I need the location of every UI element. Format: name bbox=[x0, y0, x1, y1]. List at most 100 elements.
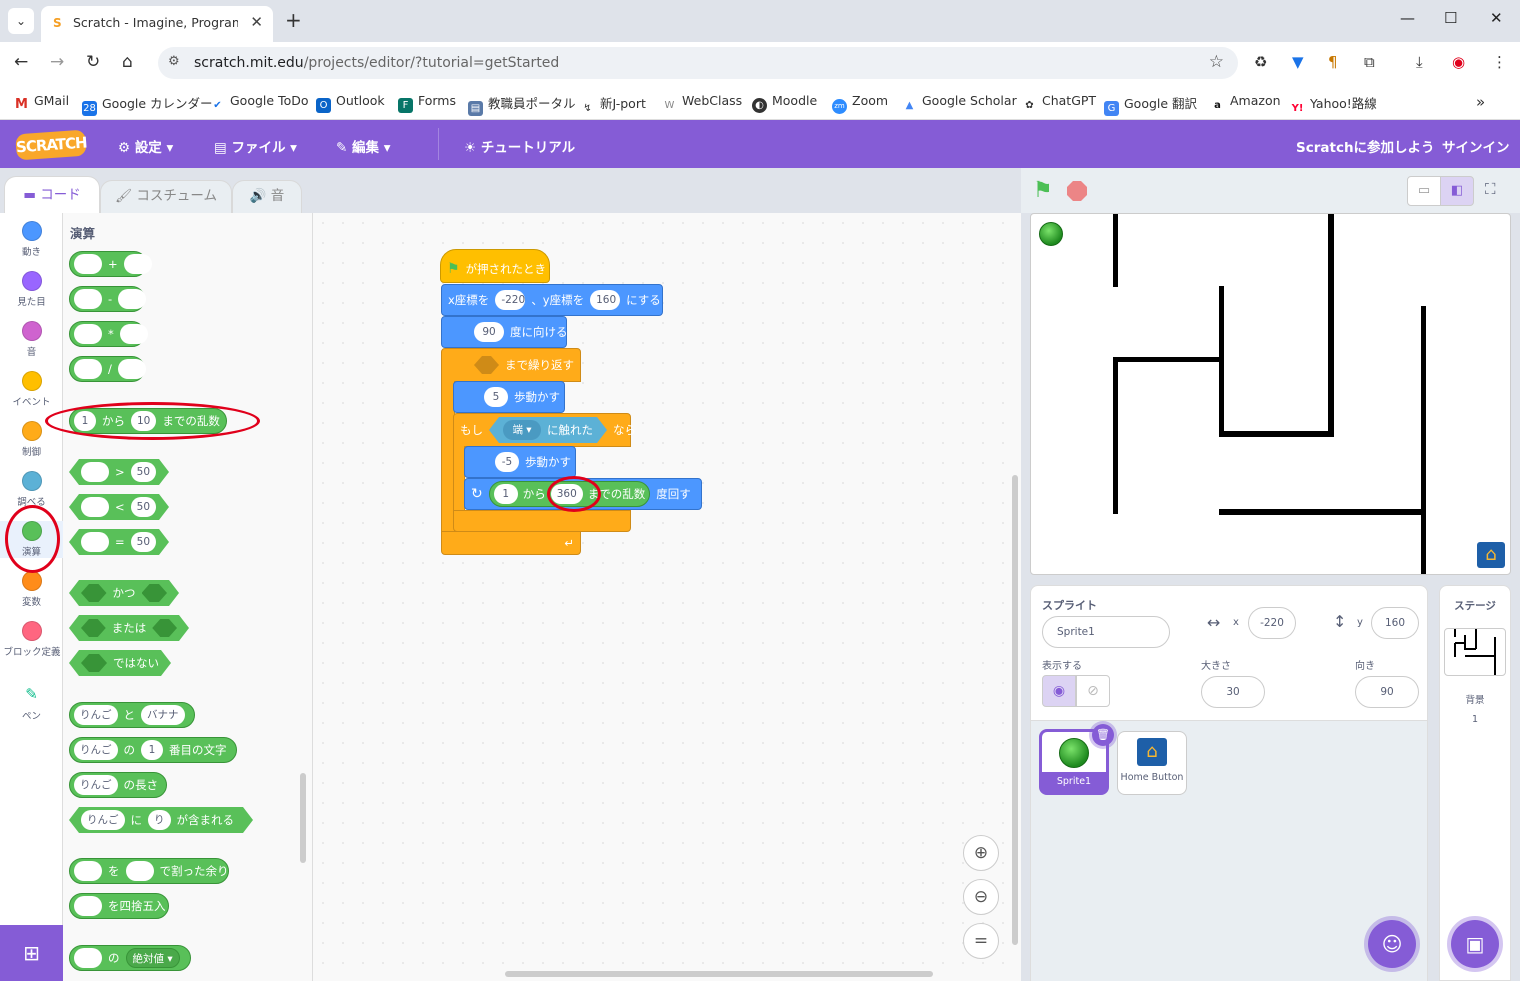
bookmark-zoom[interactable]: zm Zoom bbox=[832, 93, 888, 114]
sprite-card-home-button[interactable]: ⌂ Home Button bbox=[1117, 731, 1187, 795]
bookmark-webclass[interactable]: W WebClass bbox=[662, 93, 743, 113]
tab-close-icon[interactable]: ✕ bbox=[250, 13, 263, 31]
tab-costumes[interactable]: 🖌 コスチューム bbox=[100, 180, 232, 213]
goto-xy-block[interactable]: x座標を -220 、y座標を 160 にする bbox=[441, 284, 663, 316]
move-back-steps-block[interactable]: -5 歩動かす bbox=[464, 446, 576, 478]
show-sprite-eye-icon[interactable]: ◉ bbox=[1042, 675, 1076, 707]
add-sprite-button[interactable]: ☺ bbox=[1368, 920, 1416, 968]
tab-sounds[interactable]: 🔊 音 bbox=[232, 180, 302, 213]
bookmarks-overflow-icon[interactable]: » bbox=[1476, 93, 1485, 111]
browser-menu-icon[interactable]: ⋮ bbox=[1492, 53, 1507, 71]
x-field[interactable]: -220 bbox=[1248, 607, 1296, 639]
bookmark-translate[interactable]: G Google 翻訳 bbox=[1104, 93, 1197, 116]
block-contains[interactable]: りんごにりが含まれる bbox=[69, 807, 253, 833]
normal-stage-button[interactable]: ◧ bbox=[1440, 176, 1474, 206]
block-or[interactable]: または bbox=[69, 615, 189, 641]
zoom-out-button[interactable]: ⊖ bbox=[963, 879, 999, 915]
browser-tab[interactable]: S Scratch - Imagine, Program, Share ✕ bbox=[41, 6, 273, 42]
small-stage-button[interactable]: ▭ bbox=[1407, 176, 1441, 206]
bookmark-portal[interactable]: ▤ 教職員ポータル bbox=[468, 93, 576, 116]
tab-code[interactable]: ▬ コード bbox=[4, 176, 100, 213]
block-not[interactable]: ではない bbox=[69, 650, 171, 676]
signin-link[interactable]: サインイン bbox=[1442, 136, 1510, 156]
edit-menu[interactable]: ✎ 編集 ▾ bbox=[336, 136, 391, 156]
extension-recycle-icon[interactable]: ♻ bbox=[1254, 53, 1267, 71]
block-join[interactable]: りんごとバナナ bbox=[69, 702, 195, 728]
fullscreen-icon[interactable]: ⛶ bbox=[1485, 180, 1496, 198]
block-less-than[interactable]: <50 bbox=[69, 494, 169, 520]
address-bar[interactable]: ⚙ scratch.mit.edu/projects/editor/?tutor… bbox=[158, 47, 1238, 79]
back-icon[interactable]: ← bbox=[14, 52, 28, 72]
category-variables[interactable]: 変数 bbox=[0, 571, 63, 608]
sprite-name-field[interactable]: Sprite1 bbox=[1042, 616, 1170, 648]
direction-field[interactable]: 90 bbox=[1355, 676, 1419, 708]
bookmark-calendar[interactable]: 28 Google カレンダー bbox=[82, 93, 213, 116]
extensions-puzzle-icon[interactable]: ⧉ bbox=[1364, 53, 1375, 71]
bookmark-chatgpt[interactable]: ✿ ChatGPT bbox=[1022, 93, 1096, 113]
bookmark-jport[interactable]: ↯ 新J-port bbox=[580, 93, 646, 116]
script-vscrollbar[interactable] bbox=[1012, 475, 1018, 945]
bookmark-star-icon[interactable]: ☆ bbox=[1209, 52, 1224, 72]
extension-check-icon[interactable]: ◉ bbox=[1452, 53, 1465, 71]
block-round[interactable]: を四捨五入 bbox=[69, 893, 169, 919]
join-scratch-link[interactable]: Scratchに参加しよう bbox=[1296, 136, 1435, 156]
bookmark-forms[interactable]: F Forms bbox=[398, 93, 456, 113]
when-flag-clicked-block[interactable]: ⚑ が押されたとき bbox=[440, 249, 550, 283]
new-tab-icon[interactable]: + bbox=[285, 8, 302, 32]
block-mod[interactable]: をで割った余り bbox=[69, 858, 229, 884]
category-pen[interactable]: ✎ ペン bbox=[0, 685, 63, 722]
extension-v-icon[interactable]: ▼ bbox=[1292, 53, 1304, 71]
extension-pilcrow-icon[interactable]: ¶ bbox=[1328, 53, 1338, 71]
forward-icon[interactable]: → bbox=[50, 52, 64, 72]
bookmark-todo[interactable]: ✔ Google ToDo bbox=[210, 93, 308, 113]
touching-block[interactable]: 端 ▾ に触れた bbox=[489, 417, 607, 443]
file-menu[interactable]: ▤ ファイル ▾ bbox=[214, 136, 297, 156]
zoom-in-button[interactable]: ⊕ bbox=[963, 835, 999, 871]
y-field[interactable]: 160 bbox=[1371, 607, 1419, 639]
block-and[interactable]: かつ bbox=[69, 580, 179, 606]
add-extension-button[interactable]: ⊞ bbox=[0, 925, 63, 981]
site-info-icon[interactable]: ⚙ bbox=[168, 54, 180, 69]
block-equals[interactable]: = 50 bbox=[69, 529, 169, 555]
size-field[interactable]: 30 bbox=[1201, 676, 1265, 708]
sprite-card-sprite1[interactable]: Sprite1 🗑 bbox=[1039, 724, 1114, 795]
download-icon[interactable]: ⤓ bbox=[1416, 53, 1423, 71]
add-backdrop-button[interactable]: ▣ bbox=[1451, 920, 1499, 968]
home-button-sprite-icon[interactable]: ⌂ bbox=[1477, 542, 1505, 568]
category-sensing[interactable]: 調べる bbox=[0, 471, 63, 508]
block-length[interactable]: りんご の長さ bbox=[69, 772, 167, 798]
category-looks[interactable]: 見た目 bbox=[0, 271, 63, 308]
bookmark-moodle[interactable]: ◐ Moodle bbox=[752, 93, 817, 113]
green-flag-button[interactable]: ⚑ bbox=[1033, 178, 1053, 203]
category-events[interactable]: イベント bbox=[0, 371, 63, 408]
category-my-blocks[interactable]: ブロック定義 bbox=[2, 621, 62, 658]
home-icon[interactable]: ⌂ bbox=[122, 52, 133, 72]
point-in-direction-block[interactable]: 90 度に向ける bbox=[441, 316, 568, 348]
if-block[interactable]: もし 端 ▾ に触れた なら bbox=[453, 413, 636, 447]
tutorials-menu[interactable]: ☀ チュートリアル bbox=[464, 136, 575, 156]
block-add[interactable]: + bbox=[69, 251, 152, 277]
hide-sprite-eye-icon[interactable]: ⊘ bbox=[1076, 675, 1110, 707]
sprite1-on-stage[interactable] bbox=[1039, 222, 1063, 246]
bookmark-amazon[interactable]: a Amazon bbox=[1210, 93, 1280, 113]
block-math-function[interactable]: の絶対値 ▾ bbox=[69, 945, 191, 971]
stage-canvas[interactable]: ⌂ bbox=[1030, 213, 1511, 575]
category-sound[interactable]: 音 bbox=[0, 321, 63, 358]
block-subtract[interactable]: - bbox=[69, 286, 147, 312]
move-steps-block[interactable]: 5 歩動かす bbox=[453, 381, 565, 413]
bookmark-yahoo[interactable]: Y! Yahoo!路線 bbox=[1290, 93, 1377, 116]
block-divide[interactable]: / bbox=[69, 356, 146, 382]
tab-search-icon[interactable]: ⌄ bbox=[8, 8, 34, 34]
category-motion[interactable]: 動き bbox=[0, 221, 63, 258]
condition-slot[interactable] bbox=[474, 356, 499, 374]
zoom-reset-button[interactable]: = bbox=[963, 923, 999, 959]
bookmark-gmail[interactable]: M GMail bbox=[14, 93, 69, 112]
stop-button[interactable] bbox=[1067, 181, 1087, 201]
bookmark-scholar[interactable]: ▲ Google Scholar bbox=[902, 93, 1017, 113]
script-hscrollbar[interactable] bbox=[505, 971, 933, 977]
block-greater-than[interactable]: >50 bbox=[69, 459, 169, 485]
minimize-icon[interactable]: — bbox=[1400, 9, 1415, 27]
reload-icon[interactable]: ↻ bbox=[86, 52, 100, 72]
settings-menu[interactable]: ⚙ 設定 ▾ bbox=[118, 136, 173, 156]
bookmark-outlook[interactable]: O Outlook bbox=[316, 93, 385, 113]
